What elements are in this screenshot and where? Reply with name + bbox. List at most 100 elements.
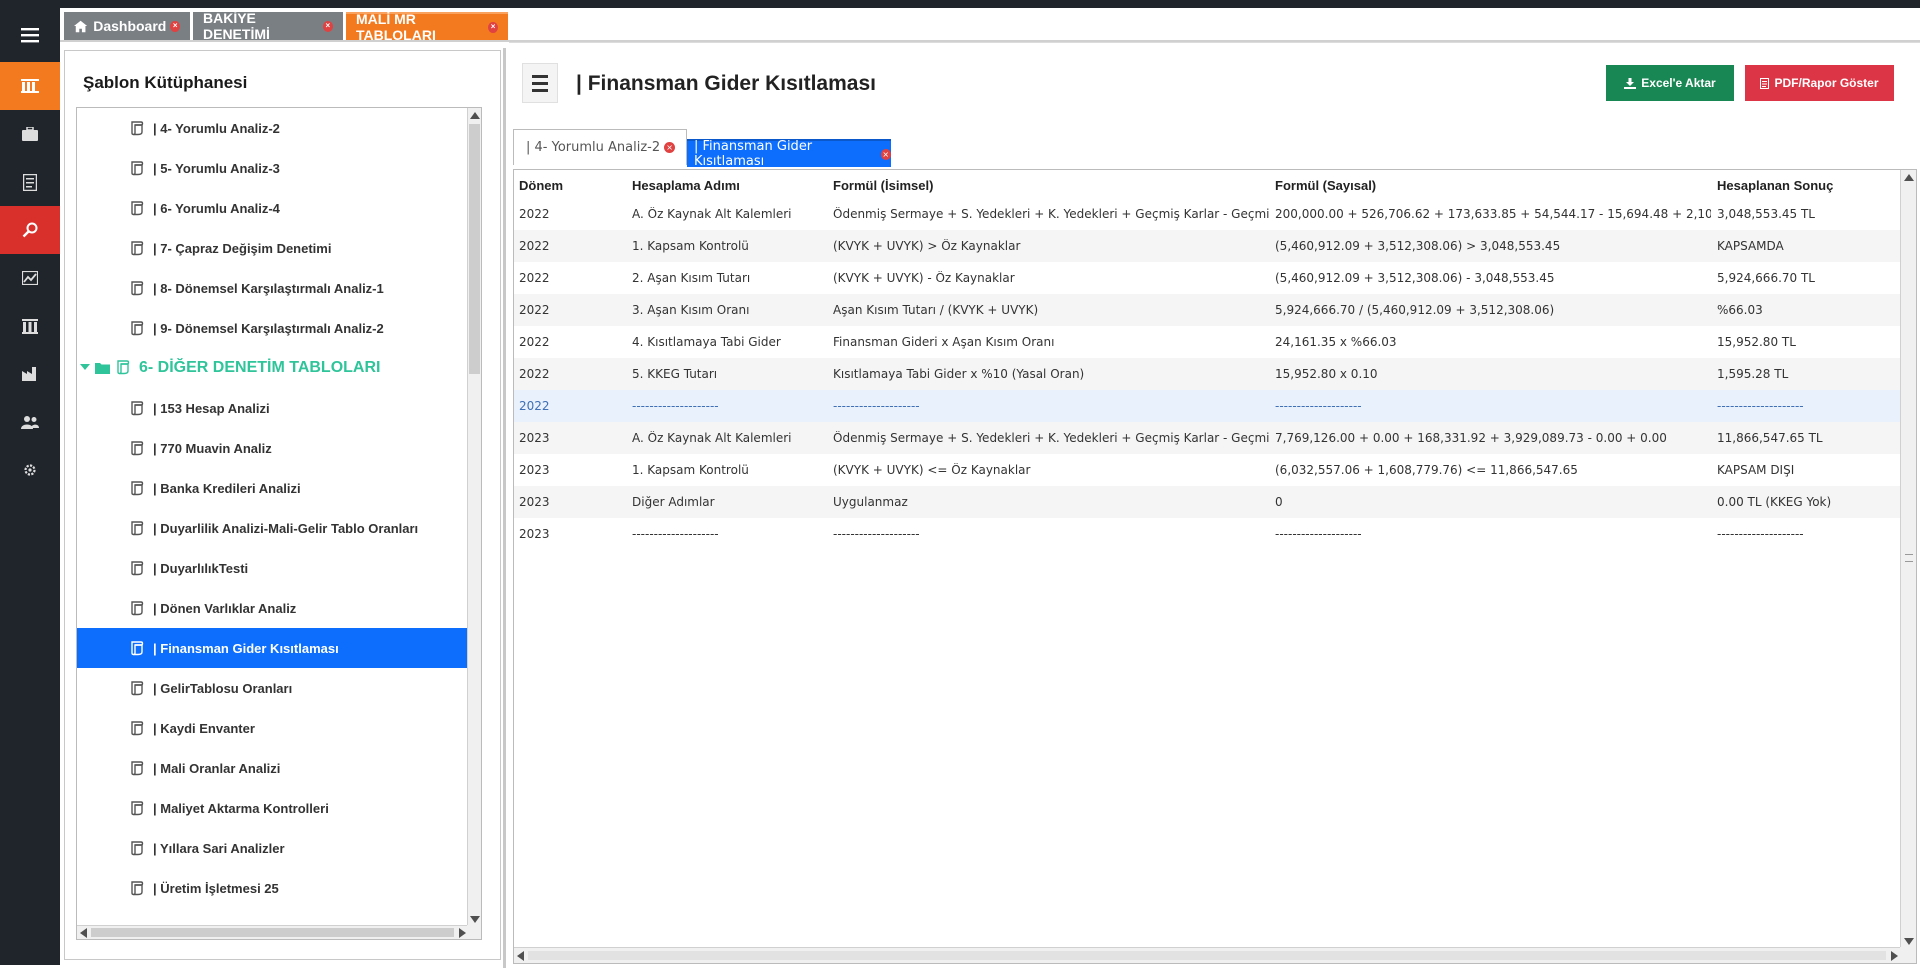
scroll-document-icon: [117, 360, 130, 375]
tree-item[interactable]: | Maliyet Aktarma Kontrolleri: [77, 788, 470, 828]
report-menu-button[interactable]: [522, 63, 558, 103]
tree-item[interactable]: | Yıllara Sari Analizler: [77, 828, 470, 868]
nav-ledger-button[interactable]: [0, 62, 60, 110]
users-icon: [21, 416, 39, 429]
column-header-donem[interactable]: Dönem: [519, 178, 619, 193]
tree-item[interactable]: | 7- Çapraz Değişim Denetimi: [77, 228, 470, 268]
tree-item[interactable]: | 4- Yorumlu Analiz-2: [77, 108, 470, 148]
tree-item[interactable]: | 153 Hesap Analizi: [77, 388, 470, 428]
scroll-up-icon[interactable]: [1904, 174, 1914, 181]
tree-item[interactable]: | Mali Oranlar Analizi: [77, 748, 470, 788]
table-cell: 5,924,666.70 TL: [1717, 271, 1815, 285]
tree-item-label: | Üretim İşletmesi 25: [153, 880, 279, 896]
tree-item-label: | Mali Oranlar Analizi: [153, 760, 281, 776]
tree-item[interactable]: | Kaydi Envanter: [77, 708, 470, 748]
column-header-hesaplama-adimi[interactable]: Hesaplama Adımı: [632, 178, 827, 193]
nav-building-button[interactable]: [0, 302, 60, 350]
scroll-down-icon[interactable]: [470, 916, 480, 923]
excel-export-label: Excel'e Aktar: [1641, 76, 1716, 90]
tab-mali-mr-tablolari[interactable]: MALİ MR TABLOLARI ×: [346, 11, 508, 43]
tree-group-diger-denetim[interactable]: 6- DİĞER DENETİM TABLOLARI: [77, 348, 470, 388]
scroll-down-icon[interactable]: [1904, 938, 1914, 945]
tree-item[interactable]: | 9- Dönemsel Karşılaştırmalı Analiz-2: [77, 308, 470, 348]
table-cell: 7,769,126.00 + 0.00 + 168,331.92 + 3,929…: [1275, 431, 1667, 445]
table-row[interactable]: 2022 A. Öz Kaynak Alt Kalemleri Ödenmiş Se…: [514, 198, 1902, 230]
scroll-right-icon[interactable]: [459, 928, 466, 938]
table-cell: 15,952.80 x 0.10: [1275, 367, 1378, 381]
table-vertical-scrollbar[interactable]: [1900, 170, 1916, 949]
close-icon[interactable]: ×: [170, 20, 180, 32]
scroll-thumb[interactable]: [91, 928, 454, 937]
table-row[interactable]: 2022 1. Kapsam Kontrolü (KVYK + UVYK) > Öz…: [514, 230, 1902, 262]
table-row[interactable]: 2023 1. Kapsam Kontrolü (KVYK + UVYK) <= Ö…: [514, 454, 1902, 486]
factory-icon: [22, 367, 36, 381]
tree-item[interactable]: | 5- Yorumlu Analiz-3: [77, 148, 470, 188]
table-cell: 2023: [519, 463, 550, 477]
panel-splitter[interactable]: [503, 48, 506, 968]
page-title: | Finansman Gider Kısıtlaması: [576, 72, 876, 95]
table-row[interactable]: 2022 3. Aşan Kısım Oranı Aşan Kısım Tutarı…: [514, 294, 1902, 326]
table-row[interactable]: 2022 4. Kısıtlamaya Tabi Gider Finansman G…: [514, 326, 1902, 358]
table-cell: KAPSAM DIŞI: [1717, 463, 1795, 477]
scroll-document-icon: [131, 681, 144, 696]
scroll-document-icon: [131, 241, 144, 256]
nav-settings-button[interactable]: [0, 446, 60, 494]
tree-item[interactable]: | Üretim İşletmesi 25: [77, 868, 470, 908]
table-cell: (KVYK + UVYK) <= Öz Kaynaklar: [833, 463, 1031, 477]
table-cell: --------------------: [1717, 527, 1804, 541]
column-header-formul-sayisal[interactable]: Formül (Sayısal): [1275, 178, 1711, 193]
tree-item[interactable]: | DuyarlılıkTesti: [77, 548, 470, 588]
expand-arrow-icon[interactable]: [80, 364, 90, 370]
table-cell: 5. KKEG Tutarı: [632, 367, 718, 381]
tree-item-label: | 5- Yorumlu Analiz-3: [153, 160, 280, 176]
report-tab-yorumlu-analiz[interactable]: | 4- Yorumlu Analiz-2 ×: [513, 129, 687, 165]
tree-vertical-scrollbar[interactable]: [467, 108, 481, 927]
table-row[interactable]: 2023 -------------------- ----------------…: [514, 518, 1902, 550]
tab-dashboard[interactable]: Dashboard ×: [64, 12, 190, 40]
table-row[interactable]: 2022 -------------------- ----------------…: [514, 390, 1902, 422]
report-tab-finansman-gider[interactable]: | Finansman Gider Kısıtlaması ×: [687, 139, 891, 169]
tree-horizontal-scrollbar[interactable]: [77, 925, 469, 939]
nav-briefcase-button[interactable]: [0, 110, 60, 158]
scroll-up-icon[interactable]: [470, 112, 480, 119]
column-header-formul-isimsel[interactable]: Formül (İsimsel): [833, 178, 1269, 193]
excel-export-button[interactable]: Excel'e Aktar: [1606, 65, 1734, 101]
nav-trend-button[interactable]: [0, 254, 60, 302]
column-header-hesaplanan-sonuc[interactable]: Hesaplanan Sonuç: [1717, 178, 1902, 193]
table-cell: 1. Kapsam Kontrolü: [632, 463, 749, 477]
tree-item[interactable]: | 8- Dönemsel Karşılaştırmalı Analiz-1: [77, 268, 470, 308]
nav-search-button[interactable]: [0, 206, 60, 254]
close-icon[interactable]: ×: [880, 148, 891, 160]
nav-factory-button[interactable]: [0, 350, 60, 398]
table-horizontal-scrollbar[interactable]: [514, 947, 1901, 963]
tab-mali-label: MALİ MR TABLOLARI: [356, 11, 436, 43]
tree-item-selected[interactable]: | Finansman Gider Kısıtlaması: [77, 628, 470, 668]
nav-document-button[interactable]: [0, 158, 60, 206]
nav-users-button[interactable]: [0, 398, 60, 446]
scroll-thumb[interactable]: [469, 124, 480, 374]
table-row[interactable]: 2023 A. Öz Kaynak Alt Kalemleri Ödenmiş Se…: [514, 422, 1902, 454]
table-row[interactable]: 2022 5. KKEG Tutarı Kısıtlamaya Tabi Gider…: [514, 358, 1902, 390]
menu-toggle-button[interactable]: [0, 8, 60, 62]
tab-bakiye-denetimi[interactable]: BAKİYE DENETİMİ ×: [193, 10, 343, 42]
scroll-right-icon[interactable]: [1891, 951, 1898, 961]
close-icon[interactable]: ×: [664, 142, 676, 153]
close-icon[interactable]: ×: [322, 20, 333, 32]
tree-item[interactable]: | 770 Muavin Analiz: [77, 428, 470, 468]
scroll-thumb[interactable]: [528, 951, 1886, 960]
tree-item[interactable]: | Banka Kredileri Analizi: [77, 468, 470, 508]
table-row[interactable]: 2022 2. Aşan Kısım Tutarı (KVYK + UVYK) - …: [514, 262, 1902, 294]
tree-item[interactable]: | Dönen Varlıklar Analiz: [77, 588, 470, 628]
pdf-report-button[interactable]: PDF/Rapor Göster: [1745, 65, 1894, 101]
scroll-grip[interactable]: [1905, 554, 1913, 562]
close-icon[interactable]: ×: [488, 21, 498, 33]
scroll-left-icon[interactable]: [80, 928, 87, 938]
tree-item[interactable]: | Duyarlilik Analizi-Mali-Gelir Tablo Or…: [77, 508, 470, 548]
template-library-panel: Şablon Kütüphanesi | 4- Yorumlu Analiz-2…: [64, 50, 501, 960]
scroll-document-icon: [131, 641, 144, 656]
tree-item-label: | Yıllara Sari Analizler: [153, 840, 285, 856]
tree-item[interactable]: | 6- Yorumlu Analiz-4: [77, 188, 470, 228]
tree-item[interactable]: | GelirTablosu Oranları: [77, 668, 470, 708]
table-row[interactable]: 2023 Diğer Adımlar Uygulanmaz 0 0.00 TL (KKE…: [514, 486, 1902, 518]
scroll-left-icon[interactable]: [517, 951, 524, 961]
